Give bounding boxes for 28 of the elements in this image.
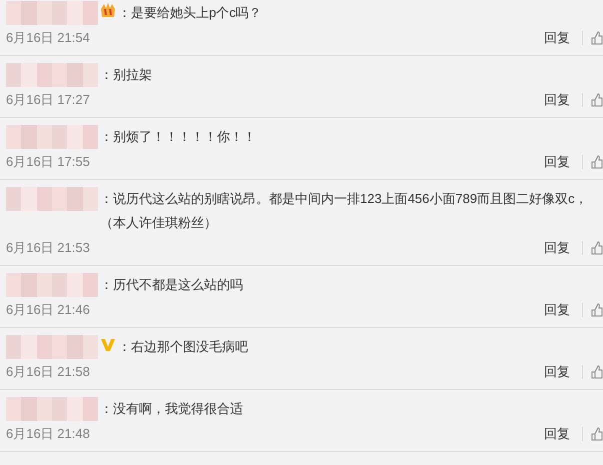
reply-button[interactable]: 回复	[544, 425, 570, 443]
comment-text: ：别烦了！！！！！你！！	[100, 128, 257, 146]
comment-text: ：说历代这么站的别瞎说昂。都是中间内一排123上面456小面789而且图二好像双c，（本人许佳琪粉丝）	[100, 190, 589, 232]
comment-time: 6月16日 17:55	[6, 153, 91, 171]
thumbs-up-icon[interactable]	[591, 93, 603, 107]
reply-button[interactable]: 回复	[544, 301, 570, 319]
thumbs-up-icon[interactable]	[591, 31, 603, 45]
comment-time: 6月16日 21:54	[6, 29, 91, 47]
reply-button[interactable]: 回复	[544, 29, 570, 47]
reply-button[interactable]: 回复	[544, 153, 570, 171]
comment-text: ：右边那个图没毛病吧	[118, 338, 249, 356]
comment-time: 6月16日 21:58	[6, 363, 91, 381]
thumbs-up-icon[interactable]	[591, 241, 603, 255]
thumbs-up-icon[interactable]	[591, 365, 603, 379]
comment-time: 6月16日 21:48	[6, 425, 91, 443]
comment-text: ：历代不都是这么站的吗	[100, 276, 244, 294]
comment-text: ：别拉架	[100, 66, 153, 84]
thumbs-up-icon[interactable]	[591, 427, 603, 441]
reply-button[interactable]: 回复	[544, 91, 570, 109]
comment-time: 6月16日 21:53	[6, 239, 91, 257]
comment-time: 6月16日 21:46	[6, 301, 91, 319]
reply-button[interactable]: 回复	[544, 363, 570, 381]
comment-text: ：没有啊，我觉得很合适	[100, 400, 244, 418]
comment-time: 6月16日 17:27	[6, 91, 91, 109]
thumbs-up-icon[interactable]	[591, 155, 603, 169]
comment-text: ：是要给她头上p个c吗？	[118, 4, 263, 22]
thumbs-up-icon[interactable]	[591, 303, 603, 317]
reply-button[interactable]: 回复	[544, 239, 570, 257]
